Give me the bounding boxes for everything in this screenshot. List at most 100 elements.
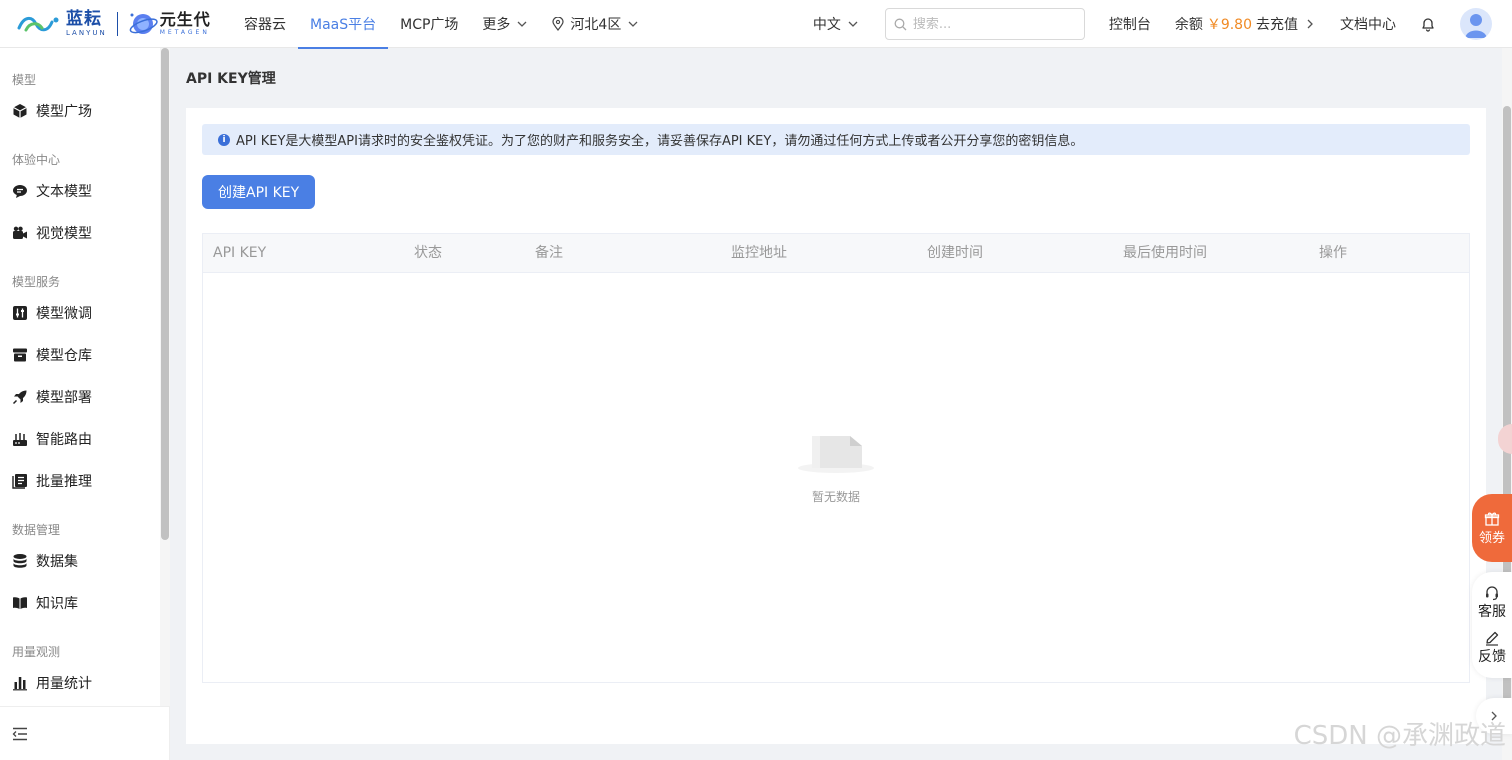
lanyun-logo-cn: 蓝耘 xyxy=(66,8,102,29)
search-input[interactable] xyxy=(912,16,1073,32)
sidebar-item-label: 模型部署 xyxy=(36,390,92,406)
coupon-button[interactable]: 领券 xyxy=(1472,494,1512,562)
metagen-logo-cn: 元生代 xyxy=(159,9,211,29)
language-selector[interactable]: 中文 xyxy=(813,14,859,34)
edit-pen-icon xyxy=(1486,631,1499,646)
sidebar-item-label: 模型微调 xyxy=(36,306,92,322)
region-selector[interactable]: 河北4区 xyxy=(540,0,651,48)
sidebar-item-label: 批量推理 xyxy=(36,474,92,490)
sidebar-item-deploy[interactable]: 模型部署 xyxy=(0,376,160,418)
sidebar-item-usage-stats[interactable]: 用量统计 xyxy=(0,662,160,704)
docs-link[interactable]: 文档中心 xyxy=(1340,14,1396,34)
bar-chart-icon xyxy=(13,677,27,691)
sidebar-item-label: 模型仓库 xyxy=(36,348,92,364)
feedback-button[interactable]: 反馈 xyxy=(1478,630,1506,666)
top-bar: 蓝耘 LANYUN 元生代 METAGEN 容器云 MaaS平台 MCP广场 更… xyxy=(0,0,1512,49)
sidebar-item-vision-model[interactable]: 视觉模型 xyxy=(0,212,160,254)
gift-icon xyxy=(1484,512,1500,526)
nav-item-label: 更多 xyxy=(482,16,511,33)
empty-state: 暂无数据 xyxy=(203,432,1469,505)
sidebar-group-title: 模型 xyxy=(12,73,37,87)
headset-icon xyxy=(1486,585,1498,600)
table-header-cell: 创建时间 xyxy=(927,245,983,261)
sidebar-item-fine-tune[interactable]: 模型微调 xyxy=(0,292,160,334)
empty-box-icon xyxy=(798,436,874,473)
table-header-cell: API KEY xyxy=(213,245,267,261)
table-header: API KEY 状态 备注 监控地址 创建时间 最后使用时间 操作 xyxy=(203,234,1469,273)
sidebar-footer xyxy=(0,706,170,760)
nav-item-label: MaaS平台 xyxy=(310,16,377,33)
nav-item-mcp[interactable]: MCP广场 xyxy=(388,0,470,48)
cube-icon xyxy=(13,104,27,118)
sidebar-item-text-model[interactable]: 文本模型 xyxy=(0,170,160,212)
sidebar-item-dataset[interactable]: 数据集 xyxy=(0,540,160,582)
bell-icon[interactable] xyxy=(1420,16,1436,32)
sidebar-scrollbar[interactable] xyxy=(160,48,170,706)
avatar[interactable] xyxy=(1460,8,1492,40)
chevron-right-icon xyxy=(1307,19,1313,29)
sidebar-item-knowledge-base[interactable]: 知识库 xyxy=(0,582,160,624)
chevron-down-icon xyxy=(848,21,858,27)
api-key-card: i API KEY是大模型API请求时的安全鉴权凭证。为了您的财产和服务安全，请… xyxy=(186,108,1486,744)
info-icon: i xyxy=(218,133,230,146)
sidebar-item-smart-routing[interactable]: 智能路由 xyxy=(0,418,160,460)
recharge-link[interactable]: 去充值 xyxy=(1256,14,1298,34)
sidebar-item-label: 视觉模型 xyxy=(36,226,92,242)
table-header-cell: 最后使用时间 xyxy=(1123,245,1207,261)
floating-tools: 客服 反馈 xyxy=(1472,572,1512,678)
coupon-label: 领券 xyxy=(1478,530,1505,546)
metagen-logo: 元生代 METAGEN xyxy=(128,9,211,39)
create-api-key-button[interactable]: 创建API KEY xyxy=(202,175,316,209)
collapse-menu-icon[interactable] xyxy=(12,727,28,741)
sidebar-scrollbar-thumb[interactable] xyxy=(161,48,169,540)
sidebar-item-label: 知识库 xyxy=(36,596,78,612)
location-pin-icon xyxy=(552,16,565,31)
watermark: CSDN @承渊政道 xyxy=(1293,721,1506,751)
language-label: 中文 xyxy=(812,17,841,33)
table-header-cell: 备注 xyxy=(535,245,563,261)
page-title: API KEY管理 xyxy=(186,71,276,87)
sliders-icon xyxy=(13,306,27,320)
video-camera-icon xyxy=(13,226,27,239)
sidebar-group-title: 数据管理 xyxy=(12,523,61,537)
sidebar-item-model-square[interactable]: 模型广场 xyxy=(0,90,160,132)
book-open-icon xyxy=(13,597,27,609)
region-label: 河北4区 xyxy=(570,16,622,33)
sidebar-item-label: 模型广场 xyxy=(36,104,92,120)
sidebar-item-label: 用量统计 xyxy=(36,676,92,692)
sidebar-group-title: 体验中心 xyxy=(12,153,61,167)
user-avatar-icon xyxy=(1465,14,1487,38)
sidebar: 模型 模型广场 体验中心 文本模型 视觉模型 模型服务 模型微调 模型仓库 模型… xyxy=(0,48,170,760)
table-header-cell: 状态 xyxy=(414,245,442,261)
nav-item-container-cloud[interactable]: 容器云 xyxy=(232,0,298,48)
alert-text: API KEY是大模型API请求时的安全鉴权凭证。为了您的财产和服务安全，请妥善… xyxy=(236,134,1084,149)
database-icon xyxy=(13,554,27,568)
balance-label: 余额 xyxy=(1174,17,1203,33)
sidebar-item-label: 文本模型 xyxy=(36,184,92,200)
lanyun-logo-icon xyxy=(17,16,59,31)
nav-item-label: MCP广场 xyxy=(400,16,459,33)
top-nav: 容器云 MaaS平台 MCP广场 更多 河北4区 xyxy=(232,0,651,49)
table-header-cell: 监控地址 xyxy=(731,245,787,261)
sidebar-item-batch-inference[interactable]: 批量推理 xyxy=(0,460,160,502)
customer-service-button[interactable]: 客服 xyxy=(1478,585,1506,621)
document-list-icon xyxy=(12,474,27,489)
chat-bubble-icon xyxy=(13,185,27,198)
logo[interactable]: 蓝耘 LANYUN 元生代 METAGEN xyxy=(0,0,232,48)
balance-recharge[interactable]: 余额 ￥9.80 去充值 xyxy=(1175,14,1316,34)
sidebar-group-title: 用量观测 xyxy=(12,645,61,659)
nav-item-more[interactable]: 更多 xyxy=(470,0,540,48)
customer-service-label: 客服 xyxy=(1478,603,1506,620)
sidebar-item-model-repo[interactable]: 模型仓库 xyxy=(0,334,160,376)
nav-item-maas[interactable]: MaaS平台 xyxy=(298,0,389,49)
logo-divider xyxy=(116,11,118,36)
top-right-tools: 中文 控制台 余额 ￥9.80 去充值 文档中心 xyxy=(813,0,1512,48)
chevron-down-icon xyxy=(517,21,527,27)
sidebar-item-label: 智能路由 xyxy=(36,432,92,448)
metagen-logo-icon xyxy=(129,13,158,34)
console-link[interactable]: 控制台 xyxy=(1109,14,1151,34)
empty-state-text: 暂无数据 xyxy=(811,490,860,504)
main-content: API KEY管理 i API KEY是大模型API请求时的安全鉴权凭证。为了您… xyxy=(170,48,1502,760)
search-box[interactable] xyxy=(884,8,1085,40)
lanyun-logo: 蓝耘 LANYUN xyxy=(16,8,107,37)
